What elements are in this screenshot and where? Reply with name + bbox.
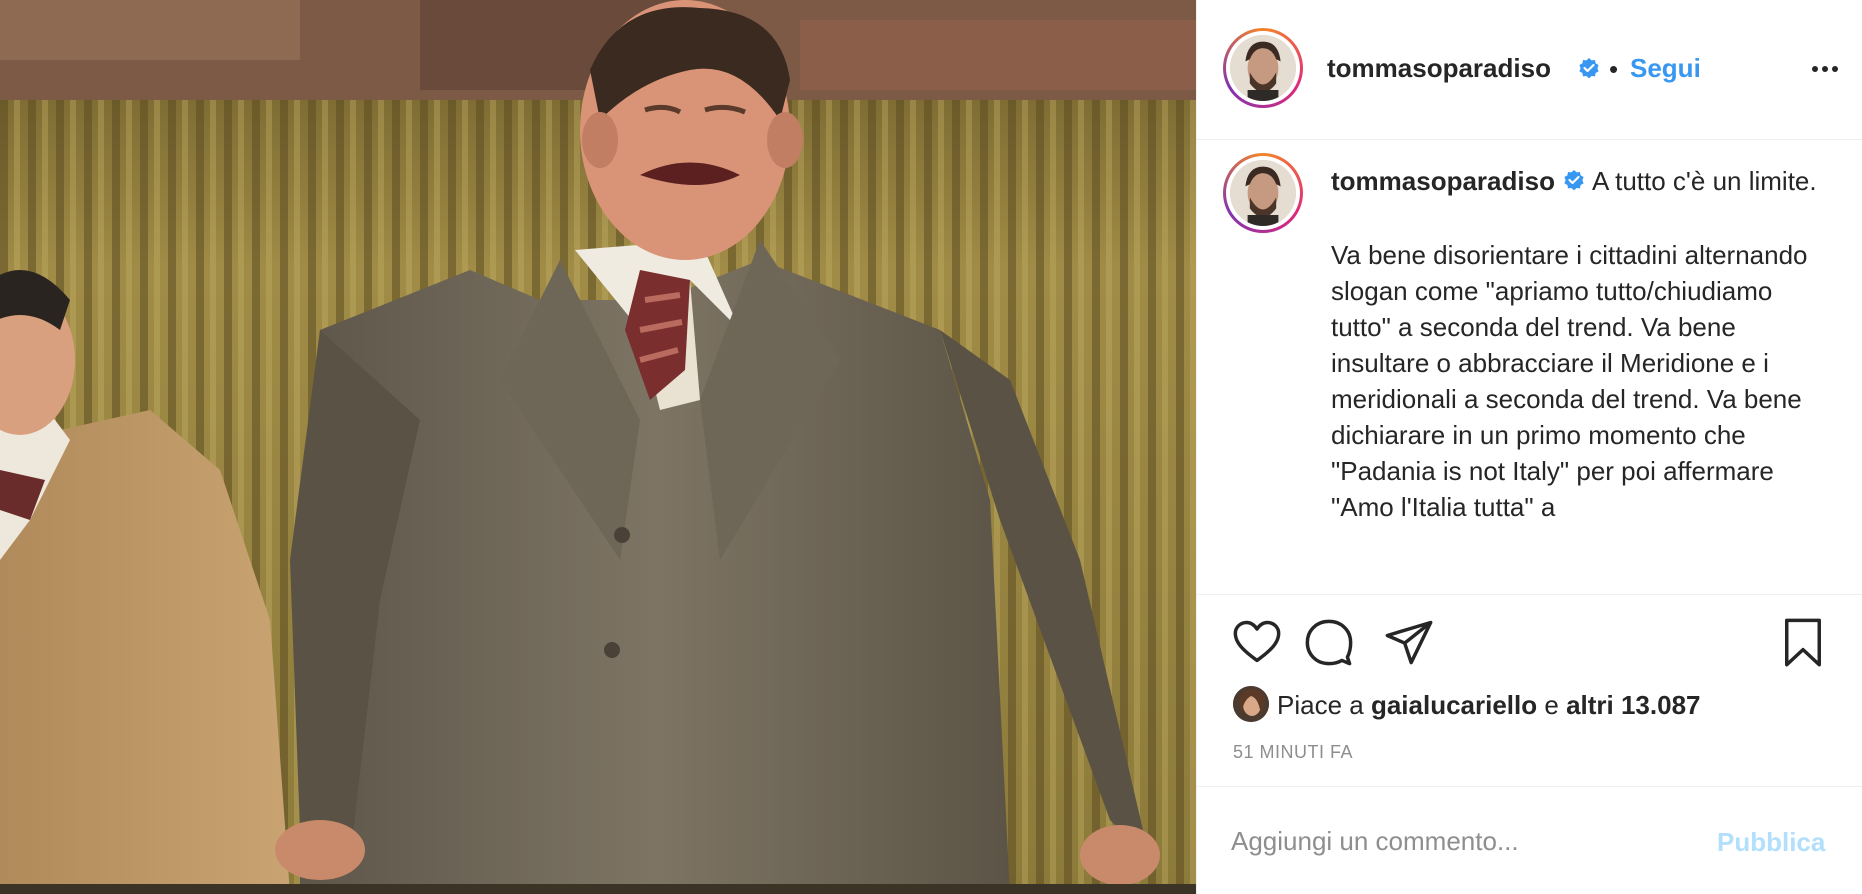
author-avatar-image bbox=[1230, 35, 1296, 101]
separator-dot: • bbox=[1609, 54, 1619, 84]
caption-verified-badge-icon bbox=[1562, 165, 1586, 201]
caption-avatar-image bbox=[1230, 160, 1296, 226]
post-details-panel: tommasoparadiso • Segui tommasoparadiso … bbox=[1196, 0, 1862, 894]
caption-username[interactable]: tommasoparadiso bbox=[1331, 166, 1555, 196]
post-actions bbox=[1197, 596, 1862, 686]
caption-section: tommasoparadiso A tutto c'è un limite. V… bbox=[1197, 141, 1862, 595]
follow-button[interactable]: Segui bbox=[1630, 53, 1701, 84]
post-header: tommasoparadiso • Segui bbox=[1197, 0, 1862, 140]
verified-badge-icon bbox=[1577, 56, 1601, 85]
caption-body: Va bene disorientare i cittadini alterna… bbox=[1331, 240, 1808, 523]
author-username[interactable]: tommasoparadiso bbox=[1327, 53, 1551, 84]
likes-prefix: Piace a bbox=[1277, 690, 1371, 720]
paper-plane-icon[interactable] bbox=[1383, 616, 1435, 668]
comment-bar: Pubblica bbox=[1197, 786, 1862, 894]
post-photo-illustration bbox=[0, 0, 1196, 894]
heart-icon[interactable] bbox=[1231, 616, 1283, 668]
post-image[interactable] bbox=[0, 0, 1196, 894]
more-options-icon[interactable] bbox=[1805, 56, 1845, 82]
publish-button[interactable]: Pubblica bbox=[1717, 827, 1825, 858]
post-caption: tommasoparadiso A tutto c'è un limite. V… bbox=[1331, 163, 1831, 525]
caption-first-line: A tutto c'è un limite. bbox=[1586, 166, 1817, 196]
comment-bubble-icon[interactable] bbox=[1303, 616, 1355, 668]
bookmark-icon[interactable] bbox=[1777, 616, 1829, 668]
author-avatar[interactable] bbox=[1223, 28, 1303, 108]
liker-avatar-image bbox=[1233, 686, 1269, 722]
liker-username[interactable]: gaialucariello bbox=[1371, 690, 1537, 720]
likes-others-count[interactable]: altri 13.087 bbox=[1566, 690, 1700, 720]
liker-avatar[interactable] bbox=[1233, 686, 1269, 722]
comment-input[interactable] bbox=[1231, 819, 1671, 863]
caption-author-avatar[interactable] bbox=[1223, 153, 1303, 233]
post-timestamp[interactable]: 51 MINUTI FA bbox=[1233, 742, 1353, 763]
likes-text: Piace a gaialucariello e altri 13.087 bbox=[1277, 690, 1701, 721]
likes-conjunction: e bbox=[1537, 690, 1567, 720]
